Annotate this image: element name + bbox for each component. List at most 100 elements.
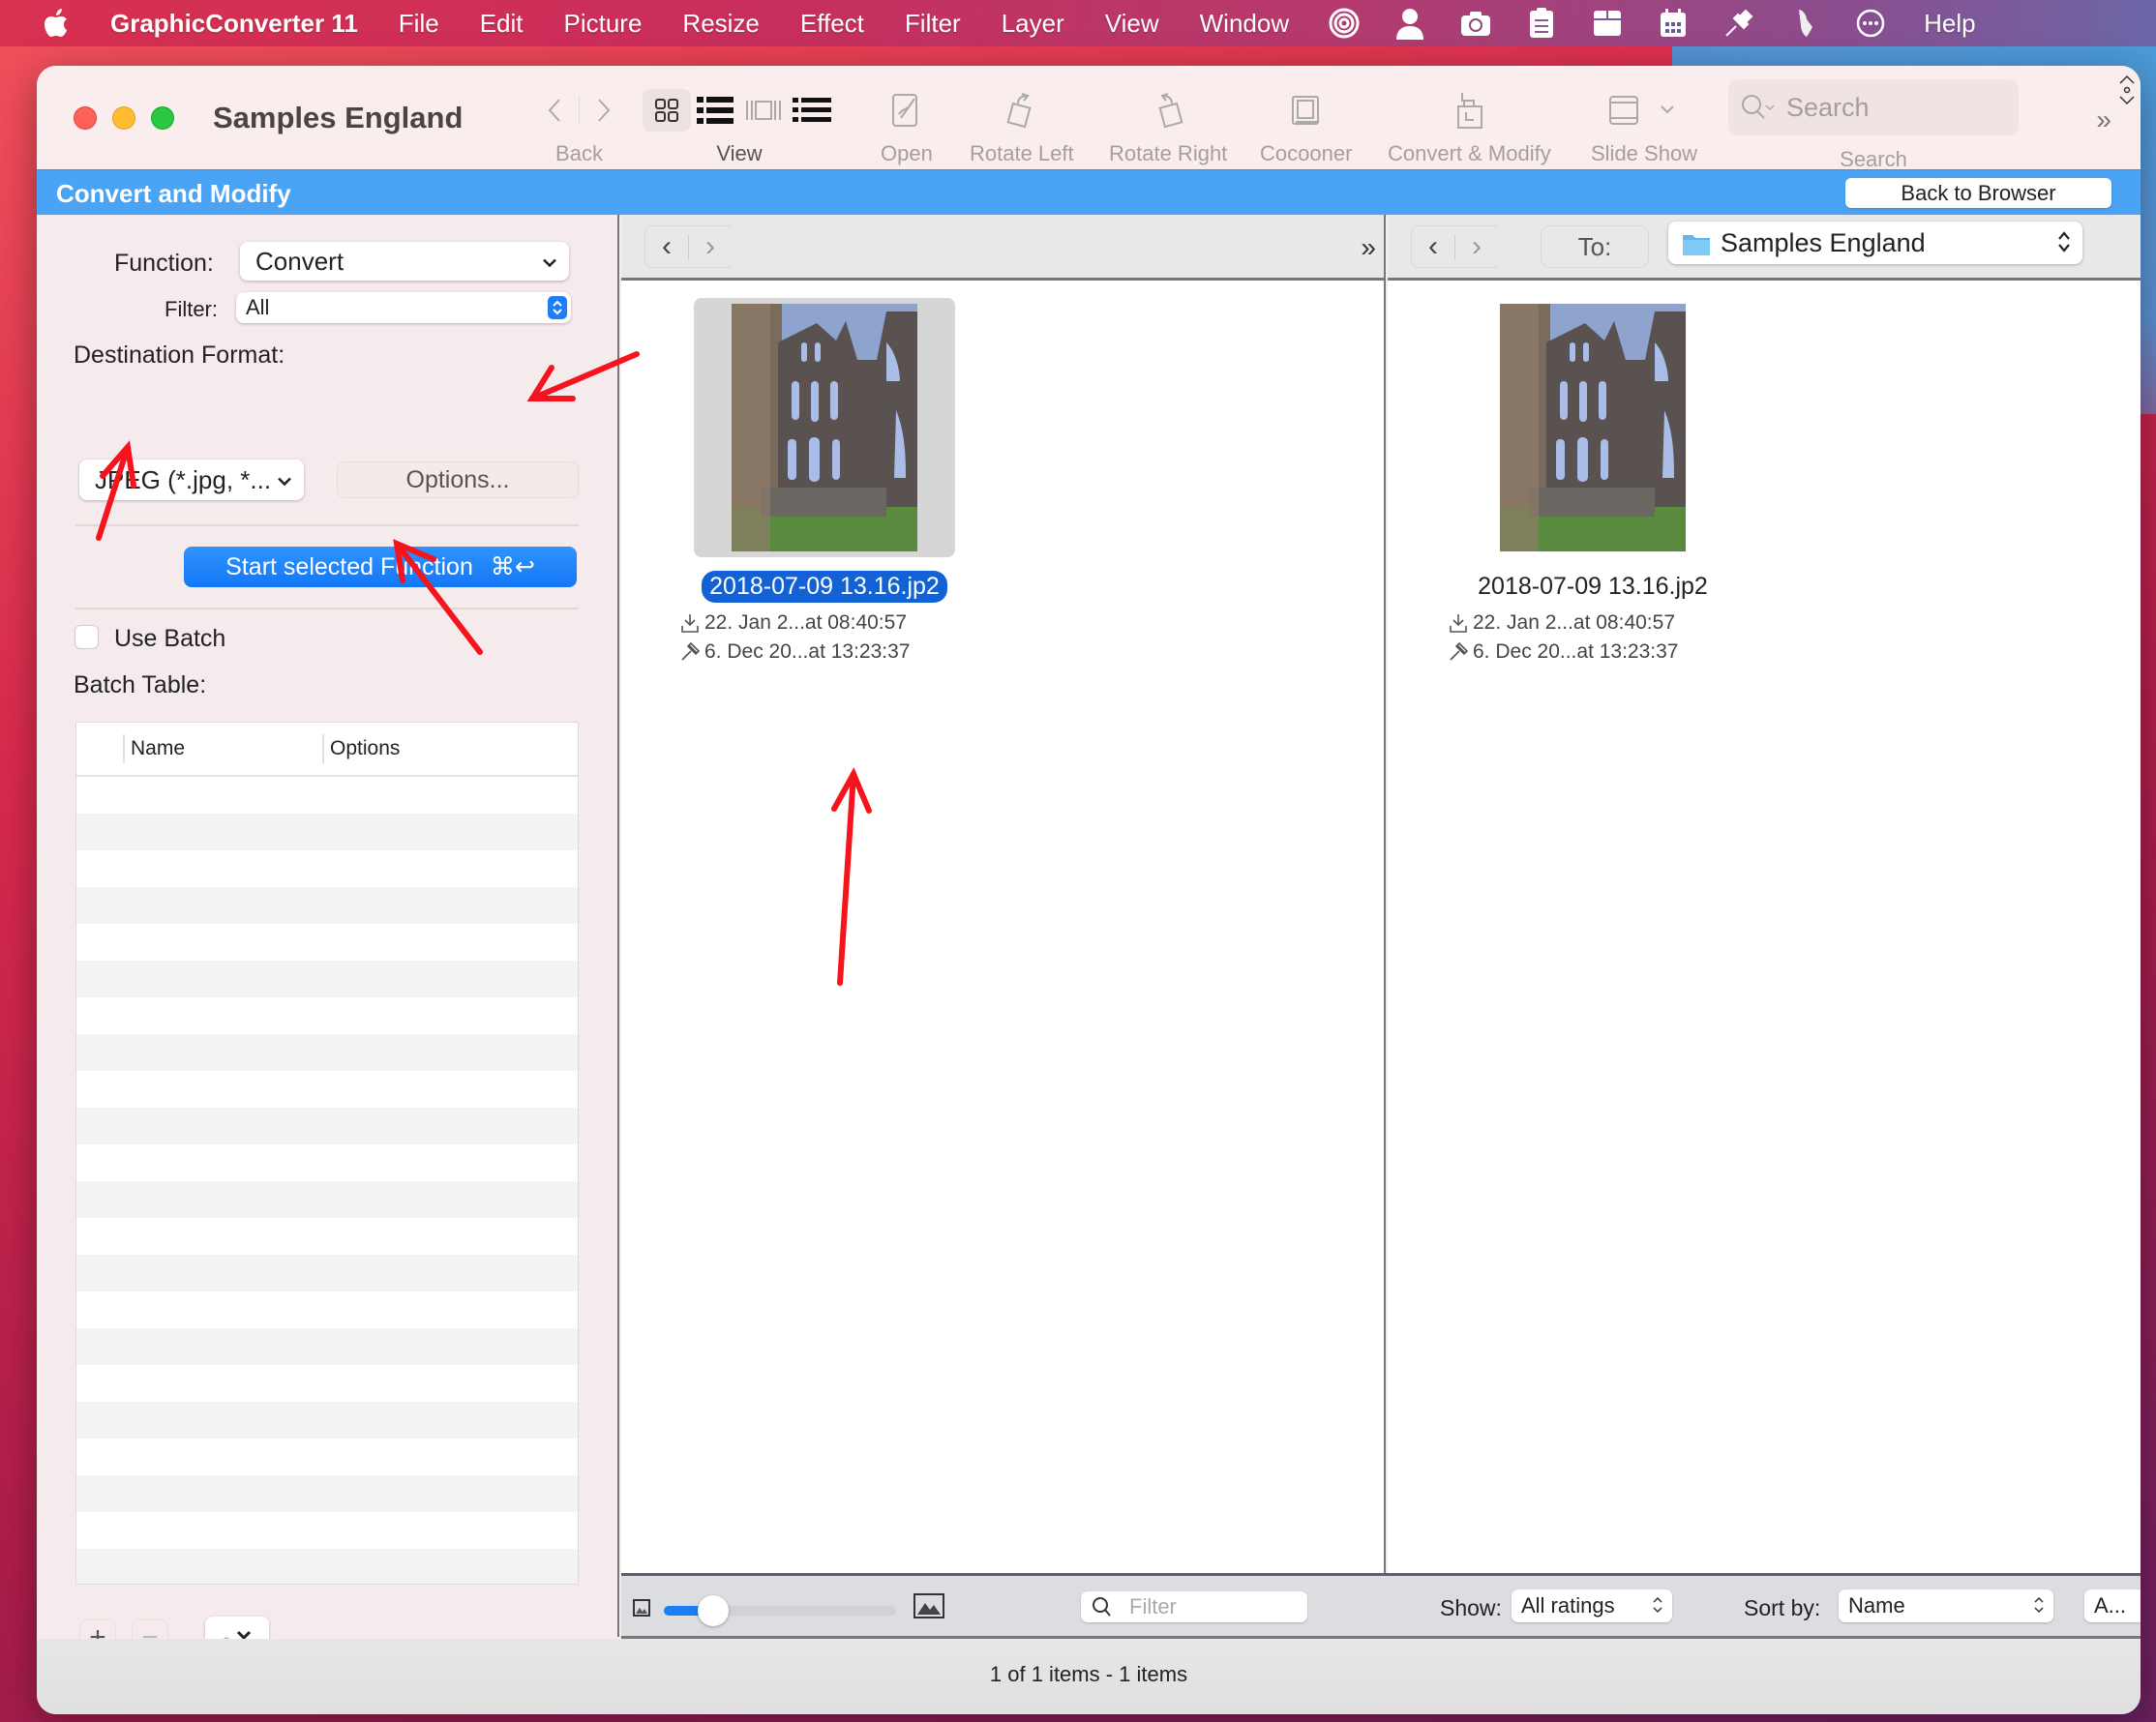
- menu-resize[interactable]: Resize: [682, 9, 759, 39]
- menu-filter[interactable]: Filter: [905, 9, 961, 39]
- batch-table-empty-row: [76, 1365, 578, 1402]
- detail-list-view-button[interactable]: [788, 89, 836, 132]
- menu-view[interactable]: View: [1105, 9, 1159, 39]
- toolbar-resize-icon[interactable]: [2117, 74, 2137, 111]
- convert-modify-group[interactable]: Convert & Modify: [1388, 87, 1551, 166]
- cocooner-group[interactable]: Cocooner: [1260, 87, 1352, 166]
- grid-view-button[interactable]: [643, 89, 691, 132]
- search-group: Search Search: [1728, 79, 2019, 172]
- toolbar-overflow-button[interactable]: »: [2096, 104, 2111, 135]
- filter-field[interactable]: Filter: [1081, 1591, 1307, 1622]
- menu-picture[interactable]: Picture: [564, 9, 643, 39]
- start-selected-function-button[interactable]: Start selected Function ⌘↩: [184, 547, 577, 587]
- batch-table-empty-row: [76, 1034, 578, 1071]
- file-modified-date: 6. Dec 20...at 13:23:37: [704, 640, 911, 663]
- batch-table[interactable]: Name Options: [75, 722, 579, 1585]
- apple-menu-icon[interactable]: [43, 8, 70, 39]
- use-batch-checkbox[interactable]: [75, 625, 99, 649]
- source-forward-button[interactable]: ›: [689, 230, 732, 263]
- clipboard-icon[interactable]: [1525, 7, 1558, 40]
- menu-layer[interactable]: Layer: [1002, 9, 1064, 39]
- forward-button[interactable]: [585, 89, 622, 132]
- convert-modify-label: Convert & Modify: [1388, 141, 1551, 165]
- convert-options-panel: Function: Convert Filter: All Destinatio…: [37, 215, 619, 1656]
- status-text: 1 of 1 items - 1 items: [989, 1662, 1188, 1686]
- slide-show-group[interactable]: Slide Show: [1591, 87, 1697, 166]
- slide-show-label: Slide Show: [1591, 141, 1698, 165]
- menu-app-name[interactable]: GraphicConverter 11: [110, 9, 358, 39]
- box-icon[interactable]: [1591, 7, 1624, 40]
- batch-table-empty-row: [76, 1475, 578, 1512]
- menu-help[interactable]: Help: [1924, 9, 1975, 39]
- filter-popup[interactable]: All: [236, 292, 571, 323]
- batch-table-label: Batch Table:: [74, 671, 207, 698]
- column-header-name[interactable]: Name: [131, 737, 185, 760]
- destination-nav-buttons: ‹ ›: [1411, 225, 1498, 268]
- batch-table-empty-row: [76, 1549, 578, 1584]
- rotate-right-group[interactable]: Rotate Right: [1109, 87, 1227, 166]
- file-name[interactable]: 2018-07-09 13.16.jp2: [702, 571, 947, 603]
- to-button[interactable]: To:: [1541, 225, 1649, 268]
- destination-folder-popup[interactable]: Samples England: [1668, 222, 2082, 264]
- back-to-browser-button[interactable]: Back to Browser: [1845, 178, 2111, 208]
- search-icon: [1742, 95, 1775, 119]
- person-icon[interactable]: [1393, 7, 1426, 40]
- destination-format-popup[interactable]: JPEG (*.jpg, *...: [79, 460, 304, 500]
- batch-table-empty-row: [76, 887, 578, 924]
- file-name[interactable]: 2018-07-09 13.16.jp2: [1470, 571, 1716, 603]
- detail-list-icon: [793, 98, 831, 122]
- chevron-down-icon: [1661, 105, 1674, 114]
- sort-by-popup[interactable]: Name: [1839, 1589, 2053, 1622]
- separator: [75, 608, 579, 609]
- batch-table-empty-row: [76, 1108, 578, 1144]
- source-back-button[interactable]: ‹: [645, 230, 688, 263]
- file-item[interactable]: 2018-07-09 13.16.jp2 22. Jan 2...at 08:4…: [679, 298, 970, 667]
- show-ratings-popup[interactable]: All ratings: [1512, 1589, 1672, 1622]
- sort-order-value: A...: [2094, 1593, 2127, 1618]
- back-button[interactable]: [536, 89, 573, 132]
- batch-table-empty-row: [76, 777, 578, 814]
- batch-table-empty-row: [76, 1255, 578, 1292]
- open-group[interactable]: Open: [881, 87, 933, 166]
- filter-placeholder: Filter: [1129, 1594, 1177, 1618]
- destination-format-value: JPEG (*.jpg, *...: [95, 464, 272, 494]
- filmstrip-view-button[interactable]: [739, 89, 788, 132]
- expand-pane-button[interactable]: »: [1361, 232, 1376, 263]
- sort-order-popup[interactable]: A...: [2084, 1589, 2141, 1622]
- batch-table-header: Name Options: [76, 723, 578, 777]
- rotate-left-group[interactable]: Rotate Left: [970, 87, 1074, 166]
- open-icon: [891, 94, 917, 127]
- thumbnail-size-slider[interactable]: [664, 1595, 896, 1626]
- list-view-button[interactable]: [691, 89, 739, 132]
- file-thumbnail[interactable]: [1462, 298, 1723, 557]
- scroll-icon[interactable]: [1788, 7, 1821, 40]
- minimize-window-button[interactable]: [112, 106, 135, 130]
- destination-forward-button[interactable]: ›: [1455, 230, 1498, 263]
- menu-file[interactable]: File: [399, 9, 439, 39]
- hammer-icon: [681, 641, 701, 661]
- search-placeholder: Search: [1786, 92, 1870, 122]
- zoom-window-button[interactable]: [151, 106, 174, 130]
- destination-back-button[interactable]: ‹: [1412, 230, 1454, 263]
- pin-icon[interactable]: [1722, 7, 1755, 40]
- column-header-options[interactable]: Options: [330, 737, 400, 760]
- slider-knob[interactable]: [698, 1595, 730, 1626]
- more-icon[interactable]: [1854, 7, 1887, 40]
- menu-edit[interactable]: Edit: [480, 9, 524, 39]
- menu-effect[interactable]: Effect: [800, 9, 864, 39]
- close-window-button[interactable]: [74, 106, 97, 130]
- search-field[interactable]: Search: [1728, 79, 2019, 135]
- menu-window[interactable]: Window: [1200, 9, 1289, 39]
- function-popup[interactable]: Convert: [240, 242, 569, 281]
- options-button[interactable]: Options...: [337, 461, 579, 498]
- use-batch-label: Use Batch: [114, 625, 226, 652]
- file-thumbnail[interactable]: [694, 298, 955, 557]
- camera-icon[interactable]: [1459, 7, 1492, 40]
- file-item[interactable]: 2018-07-09 13.16.jp2 22. Jan 2...at 08:4…: [1448, 298, 1738, 667]
- file-added-date: 22. Jan 2...at 08:40:57: [704, 611, 907, 634]
- calendar-icon[interactable]: [1657, 7, 1690, 40]
- filter-label: Filter:: [165, 297, 218, 321]
- target-icon[interactable]: [1328, 7, 1361, 40]
- rotate-left-label: Rotate Left: [970, 141, 1074, 165]
- abbey-ruins-photo: [732, 304, 917, 551]
